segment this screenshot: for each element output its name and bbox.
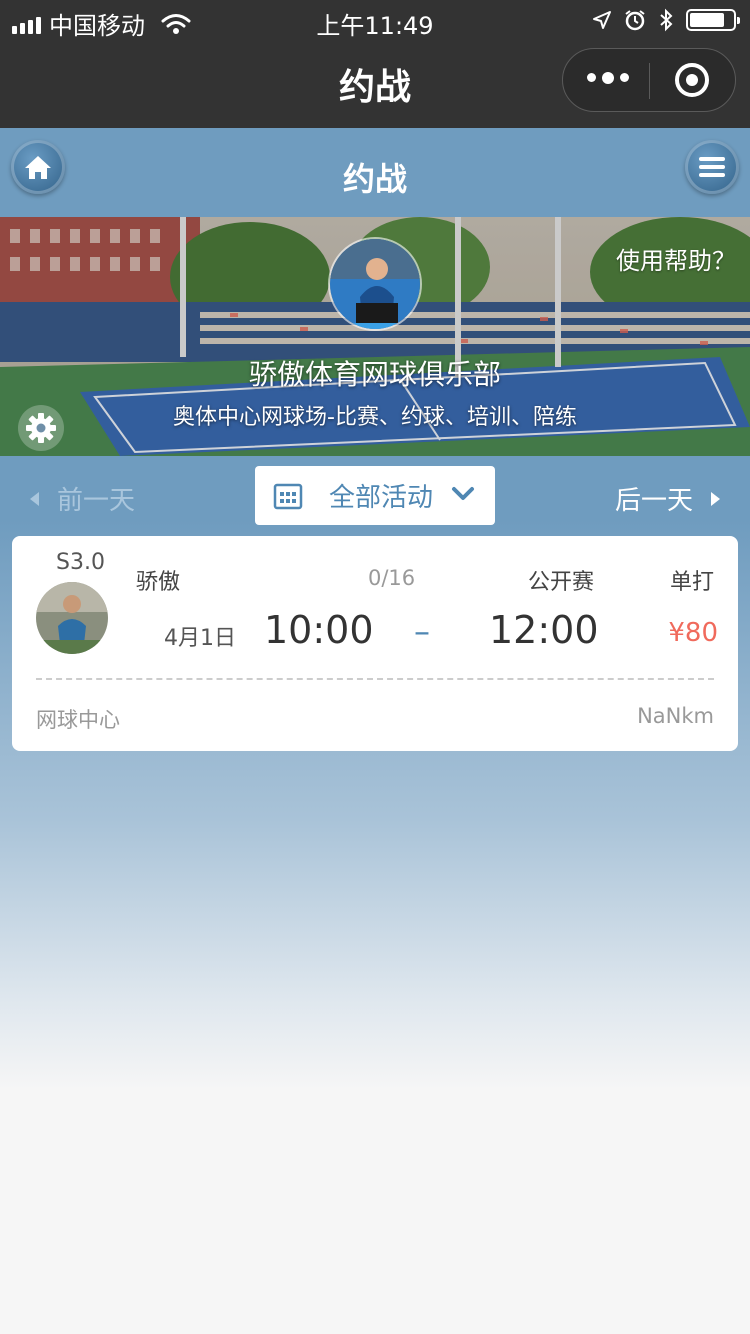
- hamburger-menu-icon: [699, 157, 725, 177]
- bluetooth-icon: [660, 8, 673, 32]
- capsule-menu: [562, 48, 736, 112]
- club-description: 奥体中心网球场-比赛、约球、培训、陪练: [173, 405, 577, 430]
- play-type: 单打: [669, 570, 714, 595]
- calendar-icon: [273, 483, 303, 509]
- filter-selected-label: 全部活动: [329, 483, 434, 513]
- club-avatar: [328, 237, 422, 331]
- organizer-name: 骄傲: [136, 570, 181, 595]
- triangle-right-icon: [711, 491, 720, 506]
- end-time: 12:00: [489, 608, 599, 652]
- chevron-down-icon: [452, 487, 474, 500]
- participant-count: 0/16: [368, 566, 416, 590]
- organizer-avatar: [36, 582, 108, 654]
- battery-icon: [686, 9, 740, 31]
- triangle-left-icon: [30, 491, 39, 506]
- level-badge: S3.0: [56, 550, 105, 575]
- club-name: 骄傲体育网球俱乐部: [248, 358, 501, 391]
- prev-day-label: 前一天: [57, 486, 136, 516]
- nav-bar: 约战: [0, 40, 750, 128]
- time-separator: –: [414, 612, 430, 650]
- distance: NaNkm: [637, 704, 714, 728]
- gear-icon: [26, 413, 56, 443]
- next-day-label: 后一天: [614, 486, 693, 516]
- activity-date: 4月1日: [164, 626, 236, 651]
- price: ¥80: [668, 618, 718, 648]
- start-time: 10:00: [264, 608, 374, 652]
- date-switcher: 前一天 全部活动 后一天: [0, 456, 750, 536]
- page-title: 约战: [342, 160, 407, 198]
- capsule-divider: [649, 63, 650, 99]
- match-type: 公开赛: [528, 570, 595, 595]
- venue-name: 网球中心: [36, 708, 120, 732]
- more-options-icon[interactable]: [587, 72, 629, 84]
- next-day-button[interactable]: 后一天: [615, 480, 720, 517]
- app-header: 约战: [0, 128, 750, 217]
- prev-day-button[interactable]: 前一天: [30, 480, 135, 517]
- dashed-divider: [36, 678, 714, 680]
- activity-filter-select[interactable]: 全部活动: [255, 466, 495, 525]
- settings-button[interactable]: [18, 405, 64, 451]
- club-banner: 使用帮助？ 骄傲体育网球俱乐部 奥体中心网球场-比赛、约球、培训、陪练: [0, 217, 750, 456]
- close-miniprogram-icon[interactable]: [675, 63, 709, 97]
- status-bar: 中国移动 上午11:49: [0, 0, 750, 40]
- status-right: [592, 8, 740, 32]
- help-link[interactable]: 使用帮助？: [616, 241, 736, 276]
- activity-card[interactable]: S3.0 骄傲 0/16 公开赛 单打 4月1日 10:00 – 12:00 ¥…: [12, 536, 738, 751]
- menu-button[interactable]: [685, 140, 739, 194]
- location-arrow-icon: [593, 11, 611, 29]
- alarm-icon: [625, 10, 645, 31]
